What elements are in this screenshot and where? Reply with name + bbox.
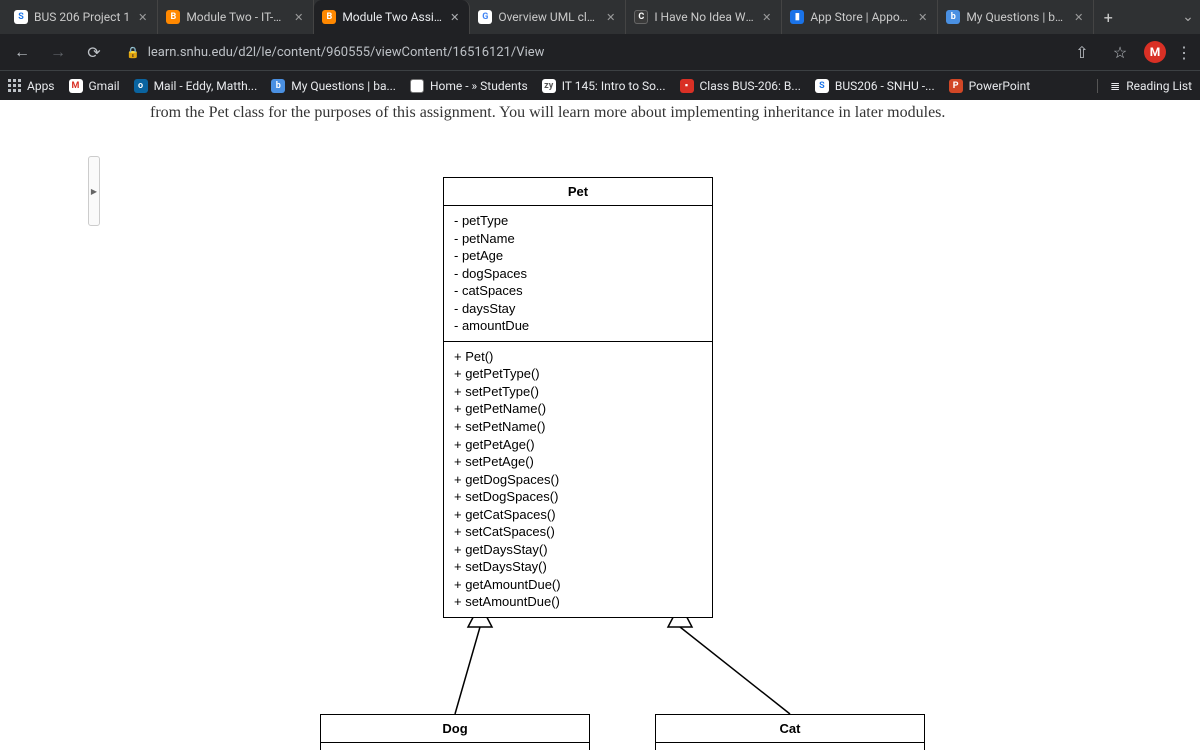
uml-class-cat: Cat - catSpaceNumber [655,714,925,750]
bookmark-label: BUS206 - SNHU -... [835,79,935,93]
favicon: b [946,10,960,24]
bookmark-label: Home - » Students [430,79,528,93]
favicon: G [478,10,492,24]
browser-tab[interactable]: G Overview UML class ✕ [470,0,626,34]
close-icon[interactable]: ✕ [136,11,149,24]
reading-list-button[interactable]: ≣ Reading List [1097,79,1192,93]
bookmark-label: PowerPoint [969,79,1031,93]
page-icon [410,79,424,93]
uml-class-pet: Pet - petType - petName - petAge - dogSp… [443,177,713,618]
new-tab-button[interactable]: + [1094,0,1122,34]
assignment-text: from the Pet class for the purposes of t… [0,100,1200,122]
close-icon[interactable]: ✕ [292,11,305,24]
bookmark-label: Mail - Eddy, Matth... [154,79,258,93]
bookmark-powerpoint[interactable]: P PowerPoint [949,79,1031,93]
bookmark-class[interactable]: ▪ Class BUS-206: B... [680,79,801,93]
bookmark-bartleby[interactable]: b My Questions | ba... [271,79,396,93]
apps-icon [8,79,21,92]
tab-title: BUS 206 Project 1 [34,10,130,24]
star-icon[interactable]: ☆ [1106,38,1134,66]
bartleby-icon: b [271,79,285,93]
bookmark-label: My Questions | ba... [291,79,396,93]
tab-title: App Store | Apporto [810,10,910,24]
bookmark-label: Gmail [89,79,120,93]
bookmark-gmail[interactable]: M Gmail [69,79,120,93]
uml-class-name: Pet [444,178,712,206]
favicon: S [14,10,28,24]
tab-title: Overview UML class [498,10,598,24]
back-button[interactable]: ← [8,38,36,66]
uml-class-dog: Dog - dogSpaceNumber [320,714,590,750]
list-icon: ≣ [1110,79,1120,93]
uml-attributes: - catSpaceNumber [656,743,924,750]
favicon: C [634,10,648,24]
bookmarks-bar: Apps M Gmail o Mail - Eddy, Matth... b M… [0,70,1200,100]
bookmark-snhu[interactable]: S BUS206 - SNHU -... [815,79,935,93]
uml-diagram: Pet - petType - petName - petAge - dogSp… [0,122,1200,750]
forward-button[interactable]: → [44,38,72,66]
bookmark-label: Apps [27,79,55,93]
snhu-icon: S [815,79,829,93]
menu-icon[interactable]: ⋮ [1176,43,1192,62]
favicon: ▮ [790,10,804,24]
tab-list-button[interactable]: ⌄ [1176,0,1200,34]
close-icon[interactable]: ✕ [916,11,929,24]
browser-tab[interactable]: B Module Two - IT-145 ✕ [158,0,314,34]
uml-attributes: - dogSpaceNumber [321,743,589,750]
uml-methods: + Pet() + getPetType() + setPetType() + … [444,342,712,617]
browser-tab-active[interactable]: B Module Two Assignm ✕ [314,0,470,34]
uml-class-name: Cat [656,715,924,743]
profile-avatar[interactable]: M [1144,41,1166,63]
browser-tab[interactable]: S BUS 206 Project 1 ✕ [6,0,158,34]
favicon: B [322,10,336,24]
bookmark-zybooks[interactable]: zy IT 145: Intro to So... [542,79,666,93]
browser-tab[interactable]: C I Have No Idea Where ✕ [626,0,782,34]
bookmark-outlook[interactable]: o Mail - Eddy, Matth... [134,79,258,93]
tab-title: Module Two - IT-145 [186,10,286,24]
tab-title: I Have No Idea Where [654,10,754,24]
powerpoint-icon: P [949,79,963,93]
bookmark-label: Class BUS-206: B... [700,79,801,93]
page-content: from the Pet class for the purposes of t… [0,100,1200,750]
close-icon[interactable]: ✕ [1072,11,1085,24]
outlook-icon: o [134,79,148,93]
browser-tab-strip: S BUS 206 Project 1 ✕ B Module Two - IT-… [0,0,1200,34]
uml-attributes: - petType - petName - petAge - dogSpaces… [444,206,712,342]
zybooks-icon: zy [542,79,556,93]
tab-title: Module Two Assignm [342,10,442,24]
class-icon: ▪ [680,79,694,93]
close-icon[interactable]: ✕ [604,11,617,24]
browser-tab[interactable]: b My Questions | bartle ✕ [938,0,1094,34]
favicon: B [166,10,180,24]
gmail-icon: M [69,79,83,93]
bookmark-home[interactable]: Home - » Students [410,79,528,93]
share-icon[interactable]: ⇧ [1068,38,1096,66]
lock-icon: 🔒 [126,46,140,59]
bookmark-label: IT 145: Intro to So... [562,79,666,93]
browser-tab[interactable]: ▮ App Store | Apporto ✕ [782,0,938,34]
tab-title: My Questions | bartle [966,10,1066,24]
address-bar[interactable]: 🔒 learn.snhu.edu/d2l/le/content/960555/v… [116,45,1060,60]
close-icon[interactable]: ✕ [448,11,461,24]
close-icon[interactable]: ✕ [760,11,773,24]
reading-list-label: Reading List [1126,79,1192,93]
uml-class-name: Dog [321,715,589,743]
bookmark-apps[interactable]: Apps [8,79,55,93]
browser-toolbar: ← → ⟳ 🔒 learn.snhu.edu/d2l/le/content/96… [0,34,1200,70]
url-text: learn.snhu.edu/d2l/le/content/960555/vie… [148,45,545,60]
reload-button[interactable]: ⟳ [80,38,108,66]
